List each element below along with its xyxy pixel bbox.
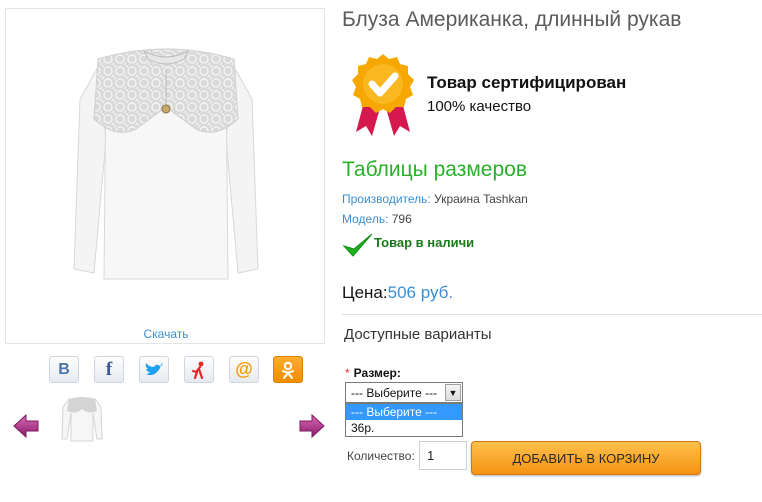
chevron-down-icon[interactable]: ▼ xyxy=(445,384,461,401)
model-value: 796 xyxy=(391,212,412,226)
size-options-list[interactable]: --- Выберите --- 36р. xyxy=(345,403,463,437)
vk-icon: В xyxy=(58,360,70,378)
product-title: Блуза Американка, длинный рукав xyxy=(342,8,682,31)
size-select-value: --- Выберите --- xyxy=(351,386,438,400)
certificate-title: Товар сертифицирован xyxy=(427,73,627,92)
price-row: Цена:506 руб. xyxy=(342,283,453,303)
variants-title: Доступные варианты xyxy=(344,326,492,343)
manufacturer-key[interactable]: Производитель: xyxy=(342,192,431,206)
size-label-text: Размер: xyxy=(353,366,401,380)
model-key: Модель: xyxy=(342,212,389,226)
add-to-cart-button[interactable]: ДОБАВИТЬ В КОРЗИНУ xyxy=(471,441,701,475)
in-stock-check-icon xyxy=(342,233,373,257)
manufacturer-value: Украина Tashkan xyxy=(434,192,528,206)
certificate-subtitle: 100% качество xyxy=(427,98,532,115)
size-select[interactable]: --- Выберите --- ▼ xyxy=(345,382,463,403)
carousel-prev-arrow-icon[interactable] xyxy=(13,414,39,438)
odnoklassniki-icon xyxy=(282,361,294,379)
quantity-input[interactable] xyxy=(419,441,467,470)
product-thumbnail[interactable] xyxy=(57,393,107,443)
moikrug-icon xyxy=(191,361,204,379)
manufacturer-row: Производитель: Украина Tashkan xyxy=(342,192,528,206)
size-tables-link[interactable]: Таблицы размеров xyxy=(342,158,527,182)
carousel-next-arrow-icon[interactable] xyxy=(299,414,325,438)
price-value: 506 руб. xyxy=(387,283,454,302)
required-mark: * xyxy=(345,366,350,380)
vk-share-button[interactable]: В xyxy=(49,356,79,383)
facebook-share-button[interactable]: f xyxy=(94,356,124,383)
download-link[interactable]: Скачать xyxy=(6,327,326,341)
model-row: Модель: 796 xyxy=(342,212,412,226)
size-option-placeholder[interactable]: --- Выберите --- xyxy=(346,404,462,420)
certificate-badge-icon xyxy=(352,54,414,136)
divider xyxy=(342,314,762,315)
twitter-icon xyxy=(145,362,163,375)
product-image[interactable] xyxy=(66,29,266,289)
moikrug-share-button[interactable] xyxy=(184,356,214,383)
odnoklassniki-share-button[interactable] xyxy=(273,356,303,383)
stock-status: Товар в наличи xyxy=(374,235,475,250)
twitter-share-button[interactable] xyxy=(139,356,169,383)
size-label: * Размер: xyxy=(345,366,401,380)
product-image-panel: Скачать xyxy=(5,8,325,344)
mailru-share-button[interactable]: @ xyxy=(229,356,259,383)
price-label: Цена: xyxy=(342,283,388,302)
mailru-icon: @ xyxy=(235,359,253,379)
facebook-icon: f xyxy=(105,358,113,380)
size-option-36[interactable]: 36р. xyxy=(346,420,462,436)
quantity-label: Количество: xyxy=(347,449,415,463)
